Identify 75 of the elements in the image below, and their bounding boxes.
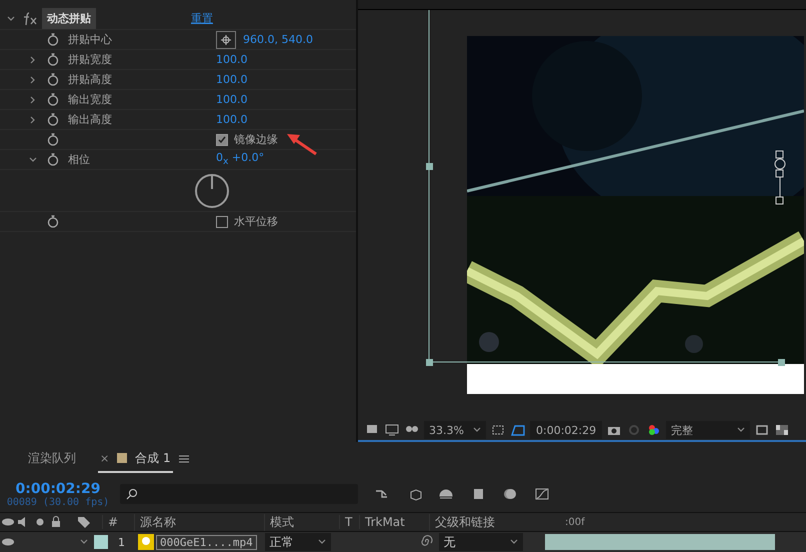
current-time[interactable]: 0:00:02:29 (530, 421, 602, 439)
close-icon[interactable]: × (100, 452, 110, 464)
param-value[interactable]: 100.0 (216, 53, 248, 66)
parent-dropdown[interactable]: 无 (438, 533, 523, 551)
frame-count: 00089 (30.00 fps) (6, 496, 110, 508)
param-label: 输出高度 (67, 112, 112, 127)
frame-icon[interactable] (754, 423, 770, 437)
param-value[interactable]: 0$_{x}$ +0.0° (216, 151, 264, 168)
timecode[interactable]: 0:00:02:29 (16, 480, 100, 496)
tag-icon[interactable] (76, 515, 92, 529)
reset-link[interactable]: 重置 (191, 11, 213, 26)
stopwatch-icon[interactable] (47, 53, 59, 66)
blend-mode-dropdown[interactable]: 正常 (264, 533, 331, 551)
chevron-right-icon[interactable] (29, 76, 37, 84)
stopwatch-icon[interactable] (47, 33, 59, 46)
chevron-down-icon[interactable] (7, 14, 15, 22)
video-file-icon (138, 534, 154, 550)
param-label: 拼贴中心 (67, 32, 112, 47)
search-icon (126, 488, 140, 500)
stopwatch-icon[interactable] (47, 93, 59, 106)
effect-name: 动态拼贴 (42, 8, 96, 29)
stopwatch-icon[interactable] (47, 153, 59, 166)
chevron-right-icon[interactable] (29, 56, 37, 64)
param-label: 拼贴宽度 (67, 52, 112, 67)
transparency-grid-icon[interactable] (774, 423, 790, 437)
anchor-handle-icon[interactable] (773, 150, 787, 206)
column-header: # (102, 515, 134, 529)
chevron-down-icon[interactable] (473, 426, 481, 434)
label-color-swatch[interactable] (94, 535, 108, 549)
chevron-right-icon[interactable] (29, 116, 37, 124)
param-label: 相位 (67, 152, 90, 167)
checkbox[interactable] (216, 134, 228, 146)
angle-dial-icon[interactable] (194, 172, 230, 208)
chevron-down-icon[interactable] (737, 426, 746, 434)
mask-path-icon[interactable] (510, 423, 526, 437)
column-header: 模式 (264, 514, 339, 530)
fx-icon[interactable] (22, 12, 38, 26)
layers-icon[interactable] (502, 487, 518, 501)
param-value[interactable]: 100.0 (216, 113, 248, 126)
bounding-box-drawing[interactable] (426, 10, 786, 368)
panel-tab[interactable]: × 合成 1 (98, 446, 173, 472)
chevron-right-icon[interactable] (29, 96, 37, 104)
layer-number: 1 (117, 536, 126, 548)
layer-name[interactable]: 000GeE1....mp4 (156, 534, 257, 550)
checkbox-label: 水平位移 (234, 214, 278, 229)
arrow-icon (286, 132, 318, 156)
graph-editor-icon[interactable] (534, 487, 550, 501)
display-icon[interactable] (384, 423, 400, 437)
stopwatch-icon[interactable] (47, 133, 59, 146)
column-header: TrkMat (359, 515, 429, 529)
param-label: 输出宽度 (67, 92, 112, 107)
column-header: 源名称 (134, 514, 264, 530)
crosshair-icon (221, 34, 231, 44)
chevron-down-icon[interactable] (318, 538, 326, 546)
stopwatch-icon[interactable] (47, 215, 59, 228)
chevron-down-icon[interactable] (29, 156, 37, 164)
checkbox[interactable] (216, 216, 228, 228)
resolution-dropdown[interactable]: 完整 (666, 421, 750, 439)
param-value[interactable]: 100.0 (216, 93, 248, 106)
checkbox-label: 镜像边缘 (234, 132, 278, 147)
param-value[interactable]: 100.0 (216, 73, 248, 86)
column-header: T (339, 515, 359, 529)
stopwatch-icon[interactable] (47, 113, 59, 126)
menu-icon[interactable] (178, 454, 189, 464)
param-label: 拼贴高度 (67, 72, 112, 87)
region-icon[interactable] (490, 423, 506, 437)
stopwatch-icon[interactable] (47, 73, 59, 86)
search-field[interactable] (120, 484, 358, 504)
param-value[interactable]: 960.0, 540.0 (243, 33, 313, 46)
zoom-dropdown[interactable]: 33.3% (424, 421, 486, 439)
panel-tab[interactable]: 渲染队列 (26, 446, 78, 472)
crosshair-button[interactable] (216, 30, 236, 48)
chevron-down-icon[interactable] (510, 538, 518, 546)
chevron-down-icon[interactable] (80, 538, 88, 546)
composition-swatch-icon (117, 453, 128, 463)
